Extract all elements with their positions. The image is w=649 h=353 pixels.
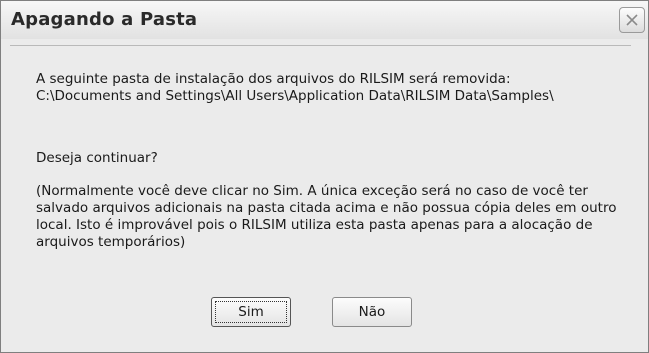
yes-button[interactable]: Sim (211, 297, 291, 327)
dialog-window: Apagando a Pasta A seguinte pasta de ins… (0, 0, 649, 353)
message-block: A seguinte pasta de instalação dos arqui… (36, 71, 626, 105)
close-button[interactable] (619, 7, 645, 33)
dialog-body: A seguinte pasta de instalação dos arqui… (10, 45, 631, 342)
title-bar[interactable]: Apagando a Pasta (1, 1, 648, 39)
close-icon (626, 14, 638, 26)
focus-rectangle (215, 301, 287, 323)
no-button[interactable]: Não (332, 297, 412, 327)
note-text: (Normalmente você deve clicar no Sim. A … (36, 183, 617, 250)
question-text: Deseja continuar? (36, 150, 158, 166)
folder-path: C:\Documents and Settings\All Users\Appl… (36, 88, 554, 104)
dialog-title: Apagando a Pasta (11, 9, 198, 30)
message-intro: A seguinte pasta de instalação dos arqui… (36, 71, 511, 87)
no-button-label: Não (358, 304, 386, 320)
